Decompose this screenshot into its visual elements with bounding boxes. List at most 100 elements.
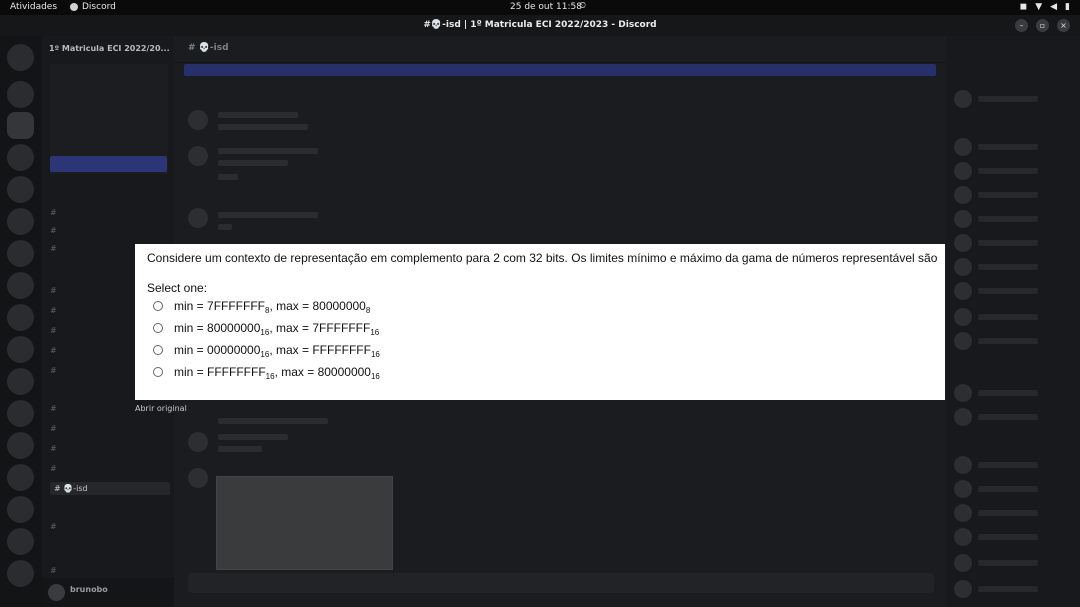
member-name[interactable] xyxy=(978,390,1038,396)
server-icon[interactable] xyxy=(7,240,34,267)
channel-item[interactable]: # xyxy=(50,286,57,295)
server-icon[interactable] xyxy=(7,336,34,363)
channel-item[interactable]: # xyxy=(50,424,57,433)
message-author xyxy=(218,418,328,424)
message-text xyxy=(218,224,232,230)
channel-item[interactable]: # xyxy=(50,464,57,473)
server-icon[interactable] xyxy=(7,176,34,203)
battery-icon[interactable]: ▮ xyxy=(1065,2,1070,12)
message-text xyxy=(218,174,238,180)
server-icon[interactable] xyxy=(7,208,34,235)
avatar[interactable] xyxy=(954,258,972,276)
member-name[interactable] xyxy=(978,534,1038,540)
member-name[interactable] xyxy=(978,240,1038,246)
member-name[interactable] xyxy=(978,96,1038,102)
channel-item[interactable]: # xyxy=(50,326,57,335)
member-name[interactable] xyxy=(978,338,1038,344)
member-name[interactable] xyxy=(978,414,1038,420)
member-name[interactable] xyxy=(978,586,1038,592)
avatar[interactable] xyxy=(954,528,972,546)
server-icon[interactable] xyxy=(7,528,34,555)
answer-option: min = 8000000016, max = 7FFFFFFF16 xyxy=(153,321,379,337)
image-attachment[interactable] xyxy=(216,476,393,570)
option-label: min = FFFFFFFF16, max = 8000000016 xyxy=(174,365,380,381)
minimize-button[interactable]: – xyxy=(1015,19,1028,32)
channel-title: # 💀-isd xyxy=(188,43,229,53)
channel-title-label: 💀-isd xyxy=(198,43,229,53)
avatar[interactable] xyxy=(954,138,972,156)
avatar[interactable] xyxy=(954,554,972,572)
server-icon[interactable] xyxy=(7,144,34,171)
avatar[interactable] xyxy=(48,584,65,601)
avatar[interactable] xyxy=(954,456,972,474)
server-icon[interactable] xyxy=(7,304,34,331)
clock[interactable]: 25 de out 11:58 xyxy=(510,2,582,12)
home-icon[interactable] xyxy=(7,44,34,71)
app-menu[interactable]: Discord xyxy=(70,2,116,12)
avatar[interactable] xyxy=(954,580,972,598)
channel-item[interactable]: # xyxy=(50,566,57,575)
channel-item[interactable]: # xyxy=(50,366,57,375)
server-icon[interactable] xyxy=(7,368,34,395)
avatar[interactable] xyxy=(954,210,972,228)
server-list xyxy=(0,36,42,607)
member-list xyxy=(946,36,1080,607)
server-icon[interactable] xyxy=(7,112,34,139)
answer-option: min = FFFFFFFF16, max = 8000000016 xyxy=(153,365,380,381)
avatar[interactable] xyxy=(954,282,972,300)
avatar[interactable] xyxy=(954,90,972,108)
avatar[interactable] xyxy=(954,332,972,350)
channel-item[interactable]: # xyxy=(50,208,57,217)
channel-item[interactable]: # xyxy=(50,404,57,413)
avatar xyxy=(188,110,208,130)
member-name[interactable] xyxy=(978,486,1038,492)
open-original-link[interactable]: Abrir original xyxy=(135,404,187,413)
close-button[interactable]: × xyxy=(1057,19,1070,32)
avatar[interactable] xyxy=(954,408,972,426)
message-input[interactable] xyxy=(188,573,934,593)
member-name[interactable] xyxy=(978,288,1038,294)
wifi-icon[interactable]: ▼ xyxy=(1035,2,1042,12)
quick-switcher-button[interactable] xyxy=(50,156,167,172)
server-icon[interactable] xyxy=(7,464,34,491)
channel-item[interactable]: # xyxy=(50,346,57,355)
volume-icon[interactable]: ◀ xyxy=(1050,2,1057,12)
new-messages-banner[interactable] xyxy=(184,64,936,76)
member-name[interactable] xyxy=(978,168,1038,174)
discord-tray-icon[interactable]: ◼ xyxy=(1020,2,1027,12)
system-tray[interactable]: ◼ ▼ ◀ ▮ xyxy=(1020,2,1070,12)
channel-item[interactable]: # xyxy=(50,244,57,253)
server-icon[interactable] xyxy=(7,432,34,459)
avatar xyxy=(188,468,208,488)
member-name[interactable] xyxy=(978,314,1038,320)
member-name[interactable] xyxy=(978,264,1038,270)
avatar[interactable] xyxy=(954,234,972,252)
maximize-button[interactable]: ▫ xyxy=(1036,19,1049,32)
channel-item[interactable]: # xyxy=(50,306,57,315)
channel-item-active[interactable]: # 💀-isd xyxy=(50,482,170,495)
server-icon[interactable] xyxy=(7,560,34,587)
image-viewer[interactable]: Considere um contexto de representação e… xyxy=(135,244,945,400)
avatar[interactable] xyxy=(954,308,972,326)
server-icon[interactable] xyxy=(7,272,34,299)
channel-item[interactable]: # xyxy=(50,226,57,235)
avatar[interactable] xyxy=(954,480,972,498)
server-icon[interactable] xyxy=(7,81,34,108)
avatar[interactable] xyxy=(954,186,972,204)
activities-button[interactable]: Atividades xyxy=(10,2,57,12)
server-icon[interactable] xyxy=(7,496,34,523)
radio-button xyxy=(153,323,163,333)
server-name[interactable]: 1º Matricula ECI 2022/20... xyxy=(49,44,170,53)
channel-item[interactable]: # xyxy=(50,522,57,531)
member-name[interactable] xyxy=(978,192,1038,198)
channel-item[interactable]: # xyxy=(50,444,57,453)
member-name[interactable] xyxy=(978,216,1038,222)
member-name[interactable] xyxy=(978,462,1038,468)
member-name[interactable] xyxy=(978,510,1038,516)
avatar[interactable] xyxy=(954,504,972,522)
server-icon[interactable] xyxy=(7,400,34,427)
avatar[interactable] xyxy=(954,384,972,402)
avatar[interactable] xyxy=(954,162,972,180)
member-name[interactable] xyxy=(978,144,1038,150)
member-name[interactable] xyxy=(978,560,1038,566)
